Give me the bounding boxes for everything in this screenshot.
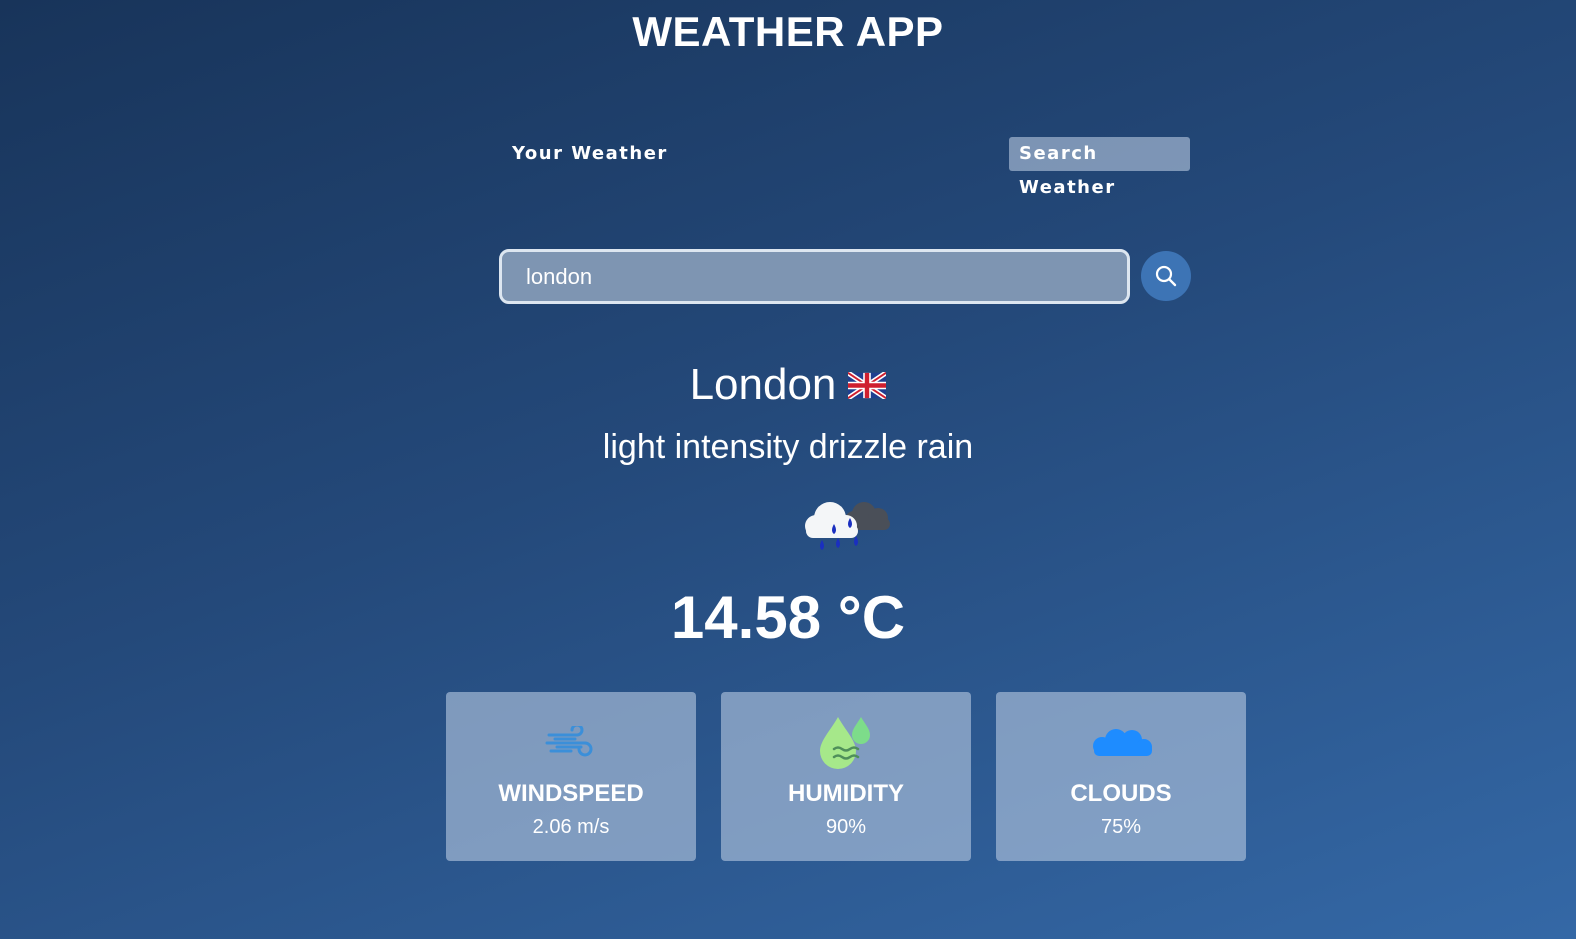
city-row: London	[0, 360, 1576, 410]
clouds-card: CLOUDS 75%	[996, 692, 1246, 861]
uk-flag-icon	[848, 371, 887, 399]
clouds-label: CLOUDS	[1070, 780, 1172, 807]
windspeed-label: WINDSPEED	[498, 780, 644, 807]
city-search-input[interactable]	[499, 249, 1130, 304]
clouds-icon	[1093, 729, 1152, 756]
wind-icon	[545, 726, 593, 757]
tab-your-weather[interactable]: Your Weather	[502, 137, 678, 171]
clouds-value: 75%	[1100, 816, 1142, 838]
app-title: WEATHER APP	[632, 8, 944, 55]
windspeed-card: WINDSPEED 2.06 m/s	[446, 692, 696, 861]
drizzle-rain-icon	[805, 502, 890, 550]
tab-search-weather[interactable]: Search Weather	[1009, 137, 1190, 198]
city-name: London	[689, 360, 837, 409]
search-button[interactable]	[1141, 251, 1191, 301]
humidity-icon	[820, 717, 870, 769]
humidity-label: HUMIDITY	[788, 780, 904, 807]
humidity-value: 90%	[825, 816, 867, 838]
temperature: 14.58 °C	[670, 584, 906, 651]
windspeed-value: 2.06 m/s	[532, 816, 610, 838]
humidity-card: HUMIDITY 90%	[721, 692, 971, 861]
search-icon	[1155, 265, 1177, 287]
weather-description: light intensity drizzle rain	[602, 428, 974, 466]
